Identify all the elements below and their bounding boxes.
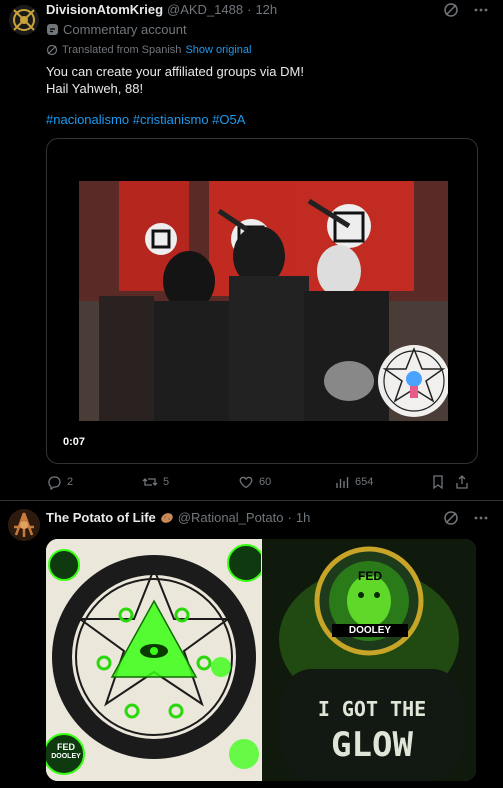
seal-bottom-text: DOOLEY [332, 624, 408, 637]
handle[interactable]: @AKD_1488 [167, 2, 243, 17]
image-attachment[interactable]: FED DOOLEY FED DOOLEY I GOT THE GLOW [46, 539, 476, 781]
translation-notice: Translated from Spanish Show original [46, 44, 251, 56]
like-button[interactable]: 60 [238, 474, 334, 490]
views-button[interactable]: 654 [334, 474, 430, 490]
tweet-text: You can create your affiliated groups vi… [46, 63, 304, 97]
action-bar: 2 5 60 654 [46, 474, 476, 491]
translated-text: Translated from Spanish [62, 44, 182, 56]
separator-dot-2: · [287, 510, 292, 525]
grok-icon[interactable] [443, 2, 459, 18]
share-icon [454, 474, 470, 490]
video-player[interactable]: 0:07 [46, 138, 478, 464]
tweet-text-line-2: Hail Yahweh, 88! [46, 81, 144, 96]
more-icon[interactable] [473, 510, 489, 526]
commentary-label[interactable]: Commentary account [46, 22, 187, 37]
image-left-panel[interactable]: FED DOOLEY [46, 539, 261, 781]
more-icon[interactable] [473, 2, 489, 18]
display-name[interactable]: DivisionAtomKrieg [46, 2, 163, 17]
grok-icon[interactable] [443, 510, 459, 526]
commentary-badge-icon [46, 23, 59, 36]
video-duration: 0:07 [63, 436, 86, 448]
like-icon [238, 474, 254, 490]
timestamp[interactable]: 12h [255, 2, 277, 17]
translate-icon [46, 44, 58, 56]
shirt-text-line-1: I GOT THE [317, 697, 427, 721]
bookmark-icon [430, 474, 446, 490]
separator-dot: · [247, 2, 252, 17]
video-thumbnail[interactable] [79, 181, 448, 421]
hashtags[interactable]: #nacionalismo #cristianismo #O5A [46, 112, 245, 127]
repost-icon [142, 474, 158, 490]
left-badge-top: FED [57, 742, 75, 752]
shirt-text-line-2: GLOW [331, 725, 413, 765]
reply-button[interactable]: 2 [46, 474, 142, 491]
share-button[interactable] [454, 474, 476, 490]
tweet-1[interactable]: DivisionAtomKrieg @AKD_1488 · 12h Commen… [0, 0, 503, 501]
bookmark-button[interactable] [430, 474, 454, 490]
view-count: 654 [355, 476, 374, 488]
display-name-2[interactable]: The Potato of Life [46, 510, 156, 525]
potato-emoji-icon [160, 511, 174, 525]
views-icon [334, 474, 350, 490]
repost-count: 5 [163, 476, 170, 488]
timestamp-2[interactable]: 1h [296, 510, 310, 525]
left-badge-bottom: DOOLEY [51, 753, 81, 760]
reply-count: 2 [67, 476, 74, 488]
avatar-2[interactable] [8, 509, 40, 541]
image-right-panel[interactable]: FED DOOLEY I GOT THE GLOW [262, 539, 476, 781]
reply-icon [46, 474, 62, 491]
commentary-text: Commentary account [63, 22, 187, 37]
seal-top-text: FED [358, 569, 382, 583]
repost-button[interactable]: 5 [142, 474, 238, 490]
like-count: 60 [259, 476, 272, 488]
avatar[interactable] [8, 4, 40, 36]
tweet-text-line-1: You can create your affiliated groups vi… [46, 64, 304, 79]
show-original-link[interactable]: Show original [185, 44, 251, 56]
handle-2[interactable]: @Rational_Potato [178, 510, 284, 525]
